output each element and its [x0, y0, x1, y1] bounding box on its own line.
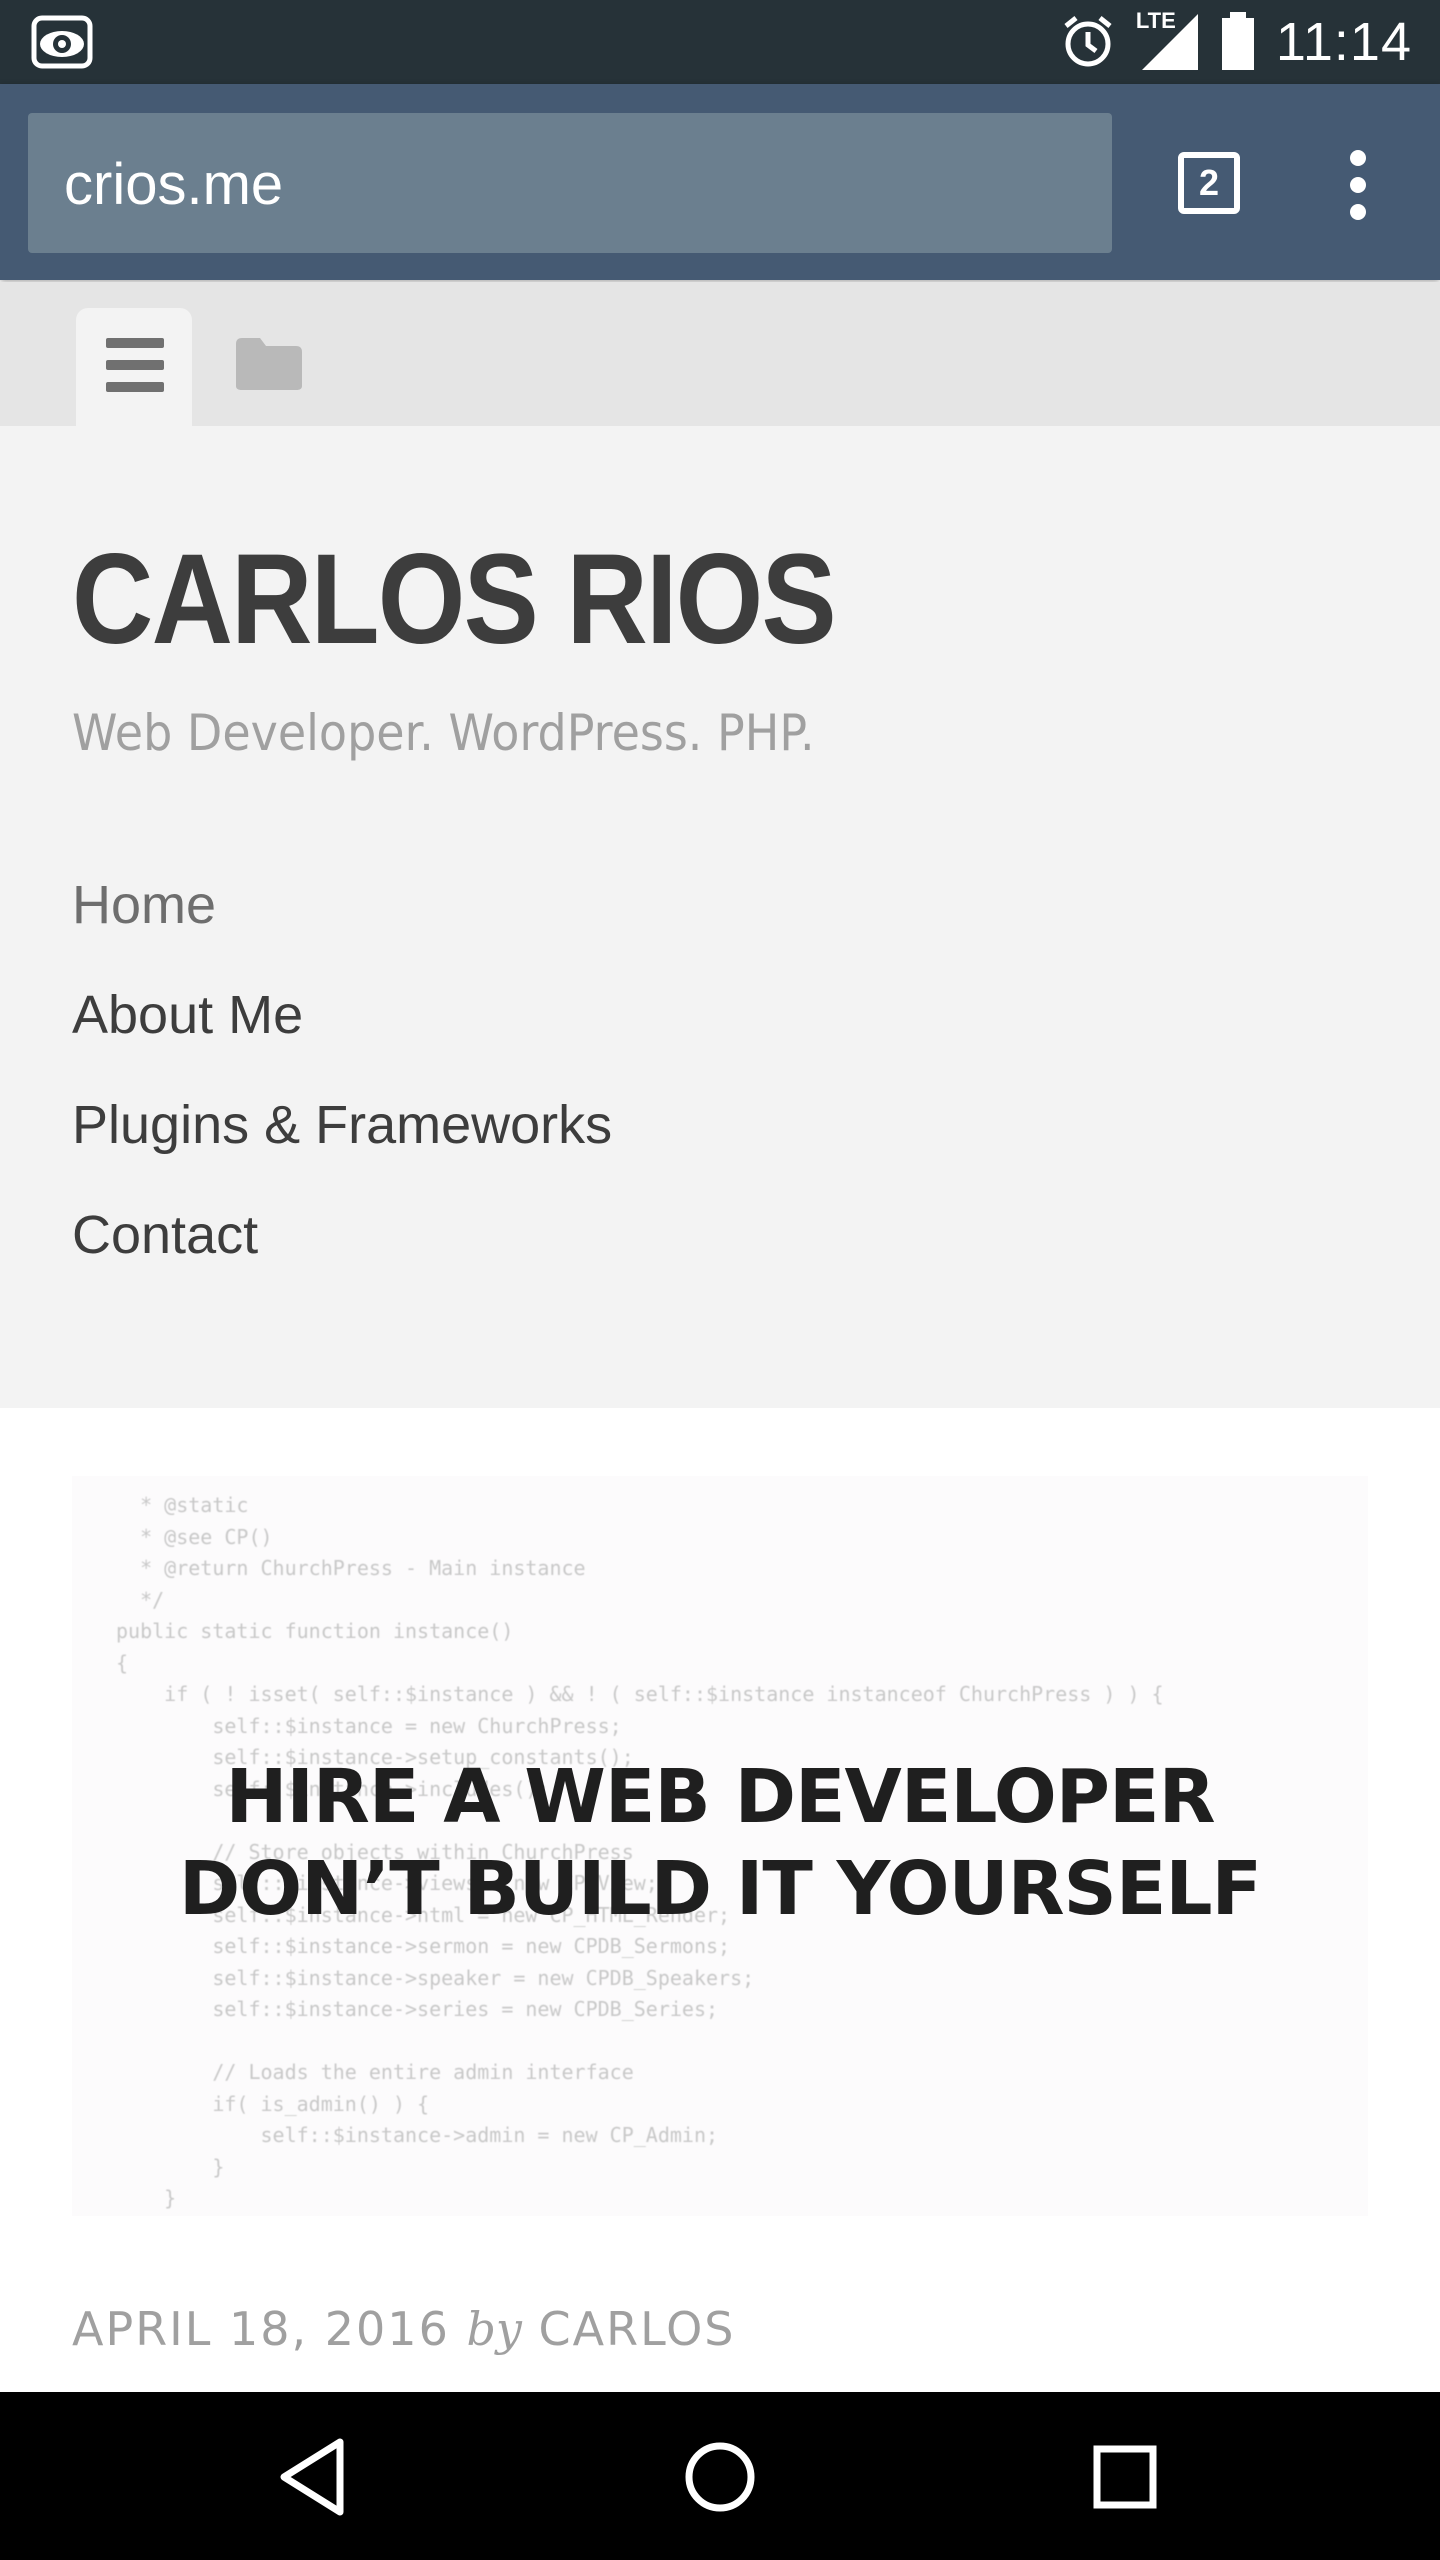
site-title[interactable]: CARLOS RIOS — [72, 526, 837, 673]
signal-icon: LTE — [1136, 8, 1200, 72]
hamburger-menu-icon[interactable] — [106, 338, 164, 392]
code-line: * @return ChurchPress - Main instance — [116, 1556, 586, 1580]
alarm-icon — [1064, 16, 1112, 67]
hero-headline-line1: HIRE A WEB DEVELOPER — [225, 1754, 1215, 1840]
eye-icon — [31, 15, 93, 69]
network-type: LTE — [1135, 8, 1176, 33]
featured-image[interactable]: * @static * @see CP() * @return ChurchPr… — [72, 1476, 1368, 2216]
code-line: self::$instance->admin = new CP_Admin; — [116, 2123, 719, 2147]
code-line: self::$instance->sermon = new CPDB_Sermo… — [116, 1934, 731, 1958]
nav-item-contact[interactable]: Contact — [72, 1204, 612, 1314]
folder-icon[interactable] — [234, 336, 304, 392]
status-bar: LTE 11:14 — [0, 0, 1440, 84]
status-time: 11:14 — [1275, 12, 1412, 72]
code-line: // Loads the entire admin interface — [116, 2060, 634, 2084]
code-line: { — [116, 1650, 129, 1675]
nav-item-about-me[interactable]: About Me — [72, 984, 612, 1094]
recents-icon[interactable] — [1080, 2432, 1170, 2522]
post-date[interactable]: APRIL 18, 2016 — [72, 2302, 450, 2356]
main-nav: Home About Me Plugins & Frameworks Conta… — [72, 874, 612, 1314]
site-tagline: Web Developer. WordPress. PHP. — [72, 704, 815, 762]
code-line: if ( ! isset( self::$instance ) && ! ( s… — [116, 1682, 1164, 1706]
code-line: self::$instance->speaker = new CPDB_Spea… — [116, 1965, 755, 1990]
system-navigation-bar — [0, 2392, 1440, 2560]
code-line: * @static — [116, 1493, 249, 1517]
back-icon[interactable] — [272, 2432, 362, 2522]
code-line: } — [116, 2154, 225, 2179]
code-line: public static function instance() — [116, 1619, 514, 1643]
hero-headline-line2: DON’T BUILD IT YOURSELF — [178, 1846, 1262, 1932]
post-author[interactable]: CARLOS — [539, 2302, 736, 2356]
browser-toolbar: crios.me 2 — [0, 84, 1440, 280]
battery-icon — [1221, 12, 1254, 70]
nav-item-home[interactable]: Home — [72, 874, 612, 984]
nav-item-plugins-frameworks[interactable]: Plugins & Frameworks — [72, 1094, 612, 1204]
url-text: crios.me — [64, 152, 284, 217]
site-tabstrip — [0, 282, 1440, 426]
menu-tab[interactable] — [76, 308, 192, 426]
code-line: self::$instance->series = new CPDB_Serie… — [116, 1997, 719, 2021]
code-line: * @see CP() — [116, 1524, 273, 1549]
code-line: self::$instance = new ChurchPress; — [116, 1713, 622, 1738]
home-icon[interactable] — [675, 2432, 765, 2522]
tab-switcher-icon[interactable]: 2 — [1178, 152, 1240, 214]
code-line: } — [116, 2186, 177, 2210]
site-header: CARLOS RIOS Web Developer. WordPress. PH… — [0, 426, 1440, 1408]
code-line: if( is_admin() ) { — [116, 2091, 430, 2116]
overflow-menu-icon[interactable] — [1340, 150, 1380, 220]
tab-count: 2 — [1198, 162, 1220, 203]
code-line: */ — [116, 1587, 165, 1612]
post-by: by — [466, 2302, 522, 2356]
url-bar[interactable]: crios.me — [28, 113, 1112, 253]
post-meta: APRIL 18, 2016 by CARLOS — [72, 2302, 735, 2356]
